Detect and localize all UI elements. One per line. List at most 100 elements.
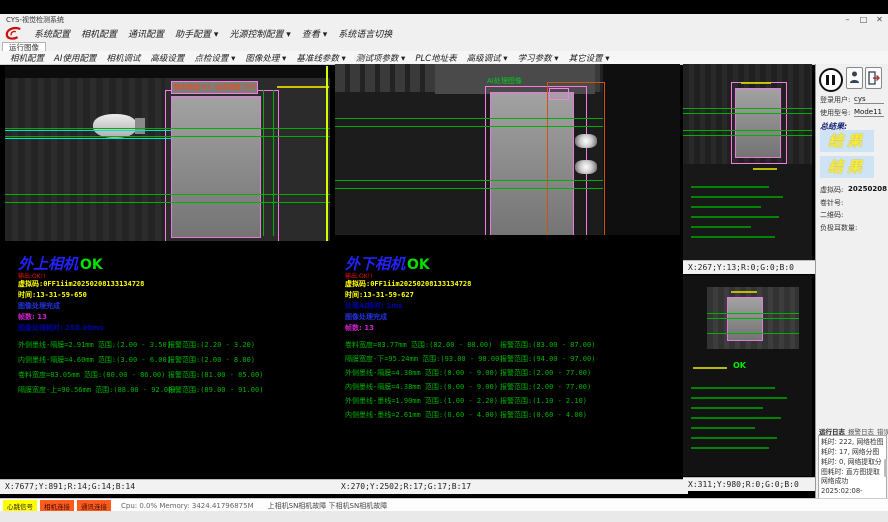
small-roi-rect: [549, 88, 569, 100]
needle-number-label: 卷针号:: [820, 198, 843, 208]
menu-camera-config[interactable]: 相机配置: [81, 27, 117, 40]
tool-camera-debug[interactable]: 相机调试: [106, 52, 140, 64]
measurement-text: 内侧墨线-隔膜=4.60mm 范围:(3.00 - 6.00): [18, 356, 171, 364]
tiny-text-row: [691, 417, 781, 419]
model-value: Mode11: [854, 108, 884, 117]
measurement-row: 外侧墨线-隔膜=2.91mm 范围:(2.00 - 3.50) 报警范围:(2.…: [18, 340, 171, 350]
qr-code-label: 二维码:: [820, 210, 843, 220]
minimize-button[interactable]: –: [840, 14, 855, 25]
toolbar: 相机配置 AI使用配置 相机调试 高级设置 点检设置 ▾ 图像处理 ▾ 基准线参…: [0, 51, 888, 65]
middle-pixel-coords: X:270;Y:2502;R:17;G:17;B:17: [336, 479, 688, 494]
menu-assist-config[interactable]: 助手配置 ▾: [175, 27, 218, 40]
middle-camera-ok: OK: [407, 257, 430, 273]
tiny-text-row: [691, 196, 783, 198]
yellow-label-mark: [741, 82, 771, 84]
weld-spot: [575, 134, 597, 148]
tool-plc-address-table[interactable]: PLC地址表: [415, 52, 456, 64]
electrode-region: [727, 297, 763, 341]
pause-icon: [826, 75, 829, 85]
measurement-text: 内侧墨线-隔膜=4.38mm 范围:(0.00 - 9.00): [345, 383, 498, 391]
tool-camera-config[interactable]: 相机配置: [10, 52, 44, 64]
tiny-text-row: [691, 186, 769, 188]
tiny-text-row: [691, 397, 787, 399]
tool-advanced-debug[interactable]: 高级调试 ▾: [467, 52, 508, 64]
log-text-box[interactable]: 耗时: 222, 网络检图耗时: 17, 网络分图耗时: 0, 网络提取分图耗时…: [818, 435, 887, 499]
tool-image-processing[interactable]: 图像处理 ▾: [245, 52, 286, 64]
tiny-text-row: [691, 427, 755, 429]
green-vline: [263, 90, 264, 236]
maximize-button[interactable]: □: [856, 14, 871, 25]
camera-fault-status: 上相机SN相机故障 下相机SN相机故障: [268, 501, 388, 511]
green-vline: [273, 90, 274, 236]
middle-status: 图像处理完成: [345, 312, 387, 322]
alarm-range: 报警范围:(94.00 - 97.00): [500, 354, 595, 364]
pause-icon: [832, 75, 835, 85]
alarm-range: 报警范围:(2.00 - 77.00): [500, 368, 591, 378]
material-roll-blob: [93, 114, 137, 138]
electrode-region: [171, 96, 261, 238]
green-line: [335, 126, 603, 127]
menu-language-switch[interactable]: 系统语言切换: [338, 27, 392, 40]
tab-strip: 运行图像: [0, 42, 888, 51]
measurement-row: 卷料宽度=83.05mm 范围:(80.00 - 86.00) 报警范围:(81…: [18, 370, 165, 380]
machinery-texture: [5, 66, 165, 241]
tool-advanced-settings[interactable]: 高级设置: [150, 52, 184, 64]
pause-button[interactable]: [819, 68, 843, 92]
app-window: CYS-视觉检测系统 – □ ✕ 系统配置 相机配置 通讯配置 助手配置 ▾ 光…: [0, 0, 888, 522]
measurement-row: 外侧墨线-墨线=1.90mm 范围:(1.00 - 2.20) 报警范围:(1.…: [345, 396, 498, 406]
tiny-text-row: [691, 407, 763, 409]
tool-ai-use-config[interactable]: AI使用配置: [54, 52, 96, 64]
green-line: [335, 118, 603, 119]
left-status: 图像处理完成: [18, 301, 60, 311]
tool-spotcheck-settings[interactable]: 点检设置 ▾: [194, 52, 235, 64]
bottom-thumbnail-image[interactable]: OK: [683, 275, 812, 476]
status-bar: 心跳信号 相机连接 通讯连接 Cpu: 0.0% Memory: 3424.41…: [0, 498, 888, 512]
left-camera-image[interactable]: 静态阈值:93, 动态阈值:100: [5, 66, 330, 241]
tiny-text-row: [691, 387, 775, 389]
weld-spot: [575, 160, 597, 174]
menu-comm-config[interactable]: 通讯配置: [128, 27, 164, 40]
log-scrollbar[interactable]: [884, 459, 887, 477]
alarm-range: 报警范围:(2.20 - 3.20): [168, 340, 255, 350]
left-camera-ok: OK: [80, 257, 103, 273]
green-line: [5, 128, 330, 129]
tool-learning-params[interactable]: 学习参数 ▾: [518, 52, 559, 64]
green-line: [683, 113, 812, 114]
top-thumbnail-image[interactable]: [683, 64, 812, 260]
menu-view[interactable]: 查看 ▾: [302, 27, 327, 40]
dark-right-zone: [603, 64, 680, 235]
alarm-range: 报警范围:(1.10 - 2.10): [500, 396, 587, 406]
thumbnail-ok-text: OK: [733, 361, 746, 370]
tool-test-params[interactable]: 测试项参数 ▾: [356, 52, 405, 64]
app-logo-icon: [5, 26, 23, 41]
menu-system-config[interactable]: 系统配置: [34, 27, 70, 40]
electrode-region: [735, 88, 781, 158]
tool-baseline-params[interactable]: 基准线参数 ▾: [296, 52, 345, 64]
roi-rect-orange: [547, 82, 605, 235]
alarm-range: 报警范围:(89.00 - 91.00): [168, 385, 263, 395]
middle-barcode: 虚拟码:0FF1iim20250208133134728: [345, 279, 471, 289]
tiny-text-row: [691, 447, 769, 449]
tiny-text-row: [691, 236, 775, 238]
login-user-label: 登录用户:: [820, 95, 850, 105]
measurement-row: 内侧墨线-隔膜=4.60mm 范围:(3.00 - 6.00) 报警范围:(2.…: [18, 355, 171, 365]
cyan-line: [5, 130, 171, 131]
window-title: CYS-视觉检测系统: [6, 15, 64, 25]
roll-holder: [135, 118, 145, 134]
tiny-text-row: [691, 226, 751, 228]
exit-button[interactable]: [865, 67, 882, 89]
left-time: 时间:13-31-59-650: [18, 290, 87, 300]
tab-count-label: 负极耳数量:: [820, 223, 857, 233]
menu-light-config[interactable]: 光源控制配置 ▾: [229, 27, 290, 40]
tool-other-settings[interactable]: 其它设置 ▾: [569, 52, 610, 64]
green-line: [707, 333, 799, 334]
yellow-line: [277, 86, 329, 88]
measurement-row: 内侧墨线-隔膜=4.38mm 范围:(0.00 - 9.00) 报警范围:(2.…: [345, 382, 498, 392]
bottom-thumbnail-coords: X:311;Y:980;R:0;G:0;B:0: [683, 477, 817, 491]
middle-camera-image[interactable]: AI处理图像: [335, 64, 680, 235]
measurement-row: 隔膜宽度-下=95.24mm 范围:(93.00 - 98.00) 报警范围:(…: [345, 354, 504, 364]
user-lock-button[interactable]: [846, 67, 863, 89]
close-button[interactable]: ✕: [872, 14, 887, 25]
menu-bar: 系统配置 相机配置 通讯配置 助手配置 ▾ 光源控制配置 ▾ 查看 ▾ 系统语言…: [0, 25, 888, 43]
yellow-edge-line: [326, 66, 328, 241]
